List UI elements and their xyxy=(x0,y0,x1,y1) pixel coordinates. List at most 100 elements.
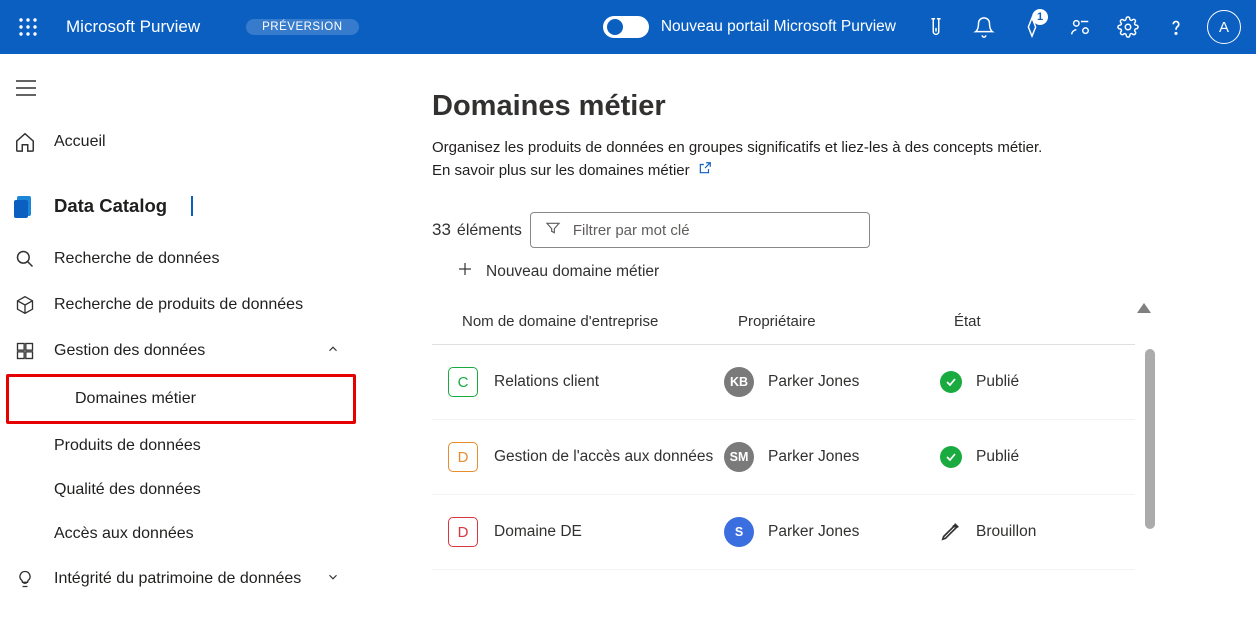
sidebar-item-search-data[interactable]: Recherche de données xyxy=(0,236,362,282)
count-label: éléments xyxy=(457,222,522,240)
account-avatar[interactable]: A xyxy=(1202,5,1246,49)
sidebar-item-label: Accès aux données xyxy=(54,525,194,543)
domain-name: Domaine DE xyxy=(494,523,582,541)
sidebar-item-label: Accueil xyxy=(54,133,106,151)
sidebar-item-label: Gestion des données xyxy=(54,342,205,360)
owner-name: Parker Jones xyxy=(768,523,859,541)
sidebar-item-data-access[interactable]: Accès aux données xyxy=(0,512,362,556)
highlight-annotation: Domaines métier xyxy=(6,374,356,424)
header-icons: 1 A xyxy=(914,5,1246,49)
menu-toggle-icon[interactable] xyxy=(4,68,48,108)
filter-row: 33 éléments Filtrer par mot clé xyxy=(432,212,1256,248)
domain-name: Gestion de l'accès aux données xyxy=(494,448,713,466)
top-header: Microsoft Purview PRÉVERSION Nouveau por… xyxy=(0,0,1256,54)
table-row[interactable]: D Gestion de l'accès aux données SM Parker … xyxy=(432,420,1135,495)
filter-placeholder: Filtrer par mot clé xyxy=(573,222,690,239)
owner-avatar: SM xyxy=(724,442,754,472)
feedback-icon[interactable] xyxy=(1058,5,1102,49)
check-icon xyxy=(940,446,962,468)
avatar-initial: A xyxy=(1207,10,1241,44)
external-link-icon xyxy=(698,160,712,183)
state-cell: Brouillon xyxy=(940,520,1135,545)
domain-name-cell: D Gestion de l'accès aux données xyxy=(448,442,724,472)
app-launcher-icon[interactable] xyxy=(10,9,46,45)
lightbulb-icon xyxy=(14,569,36,589)
header-left: Microsoft Purview PRÉVERSION xyxy=(10,9,359,45)
sidebar-item-label: Recherche de données xyxy=(54,250,219,268)
domain-name-cell: D Domaine DE xyxy=(448,517,724,547)
settings-icon[interactable] xyxy=(1106,5,1150,49)
owner-cell: SM Parker Jones xyxy=(724,442,940,472)
learn-more-text: En savoir plus sur les domaines métier xyxy=(432,160,690,183)
chevron-up-icon xyxy=(326,342,340,361)
sidebar-item-data-quality[interactable]: Qualité des données xyxy=(0,468,362,512)
sidebar-item-business-domains[interactable]: Domaines métier xyxy=(9,377,353,421)
sidebar-item-integrity[interactable]: Intégrité du patrimoine de données xyxy=(0,556,362,602)
desc-text: Organisez les produits de données en gro… xyxy=(432,139,1042,156)
table-row[interactable]: D Domaine DE S Parker Jones Brouillon xyxy=(432,495,1135,570)
check-icon xyxy=(940,371,962,393)
domain-letter-icon: C xyxy=(448,367,478,397)
owner-avatar: KB xyxy=(724,367,754,397)
sidebar-item-data-products[interactable]: Produits de données xyxy=(0,424,362,468)
sidebar-item-label: Domaines métier xyxy=(75,390,196,408)
new-domain-label: Nouveau domaine métier xyxy=(486,263,659,281)
main-content: Domaines métier Organisez les produits d… xyxy=(362,54,1256,624)
col-owner-header[interactable]: Propriétaire xyxy=(738,313,954,330)
domain-letter-icon: D xyxy=(448,442,478,472)
sidebar-item-data-mgmt[interactable]: Gestion des données xyxy=(0,328,362,374)
owner-name: Parker Jones xyxy=(768,373,859,391)
sidebar-item-label: Qualité des données xyxy=(54,481,201,499)
domain-letter-icon: D xyxy=(448,517,478,547)
portal-toggle-label: Nouveau portail Microsoft Purview xyxy=(661,18,896,36)
owner-name: Parker Jones xyxy=(768,448,859,466)
col-name-header[interactable]: Nom de domaine d'entreprise xyxy=(462,313,738,330)
table-row[interactable]: CRelations clientKB Parker Jones Publié xyxy=(432,345,1135,420)
state-label: Publié xyxy=(976,373,1019,391)
notifications-icon[interactable] xyxy=(962,5,1006,49)
item-count: 33 éléments xyxy=(432,220,522,240)
brand-name: Microsoft Purview xyxy=(66,17,200,37)
search-icon xyxy=(14,249,36,269)
sidebar-item-label: Intégrité du patrimoine de données xyxy=(54,570,301,588)
domain-name-cell: CRelations client xyxy=(448,367,724,397)
preview-badge: PRÉVERSION xyxy=(246,19,358,35)
updates-badge: 1 xyxy=(1032,9,1048,25)
state-cell: Publié xyxy=(940,371,1135,393)
scrollbar-thumb[interactable] xyxy=(1145,349,1155,529)
package-icon xyxy=(14,295,36,315)
diagnostics-icon[interactable] xyxy=(914,5,958,49)
sidebar-section-catalog[interactable]: Data Catalog xyxy=(0,166,362,236)
state-label: Publié xyxy=(976,448,1019,466)
portal-toggle[interactable] xyxy=(603,16,649,38)
filter-icon xyxy=(545,220,561,240)
data-mgmt-icon xyxy=(14,341,36,361)
sidebar-item-label: Recherche de produits de données xyxy=(54,296,303,314)
owner-cell: KB Parker Jones xyxy=(724,367,940,397)
state-label: Brouillon xyxy=(976,523,1036,541)
domain-table: Nom de domaine d'entreprise Propriétaire… xyxy=(432,313,1135,570)
portal-toggle-group: Nouveau portail Microsoft Purview xyxy=(603,16,896,38)
table-header: Nom de domaine d'entreprise Propriétaire… xyxy=(432,313,1135,345)
learn-more-link[interactable]: En savoir plus sur les domaines métier xyxy=(432,160,712,183)
col-state-header[interactable]: État xyxy=(954,313,1135,330)
sidebar-item-search-products[interactable]: Recherche de produits de données xyxy=(0,282,362,328)
catalog-icon xyxy=(14,194,36,218)
scroll-up-icon[interactable] xyxy=(1137,303,1151,313)
updates-icon[interactable]: 1 xyxy=(1010,5,1054,49)
layout: Accueil Data Catalog Recherche de donnée… xyxy=(0,54,1256,624)
home-icon xyxy=(14,131,36,153)
sidebar-item-label: Produits de données xyxy=(54,437,201,455)
page-title: Domaines métier xyxy=(432,90,1256,123)
sidebar: Accueil Data Catalog Recherche de donnée… xyxy=(0,54,362,624)
draft-icon xyxy=(940,520,962,545)
count-number: 33 xyxy=(432,220,451,240)
page-description: Organisez les produits de données en gro… xyxy=(432,137,1256,182)
filter-input[interactable]: Filtrer par mot clé xyxy=(530,212,870,248)
owner-cell: S Parker Jones xyxy=(724,517,940,547)
help-icon[interactable] xyxy=(1154,5,1198,49)
owner-avatar: S xyxy=(724,517,754,547)
chevron-down-icon xyxy=(326,570,340,589)
new-domain-button[interactable]: Nouveau domaine métier xyxy=(432,248,1256,283)
sidebar-item-home[interactable]: Accueil xyxy=(0,118,362,166)
